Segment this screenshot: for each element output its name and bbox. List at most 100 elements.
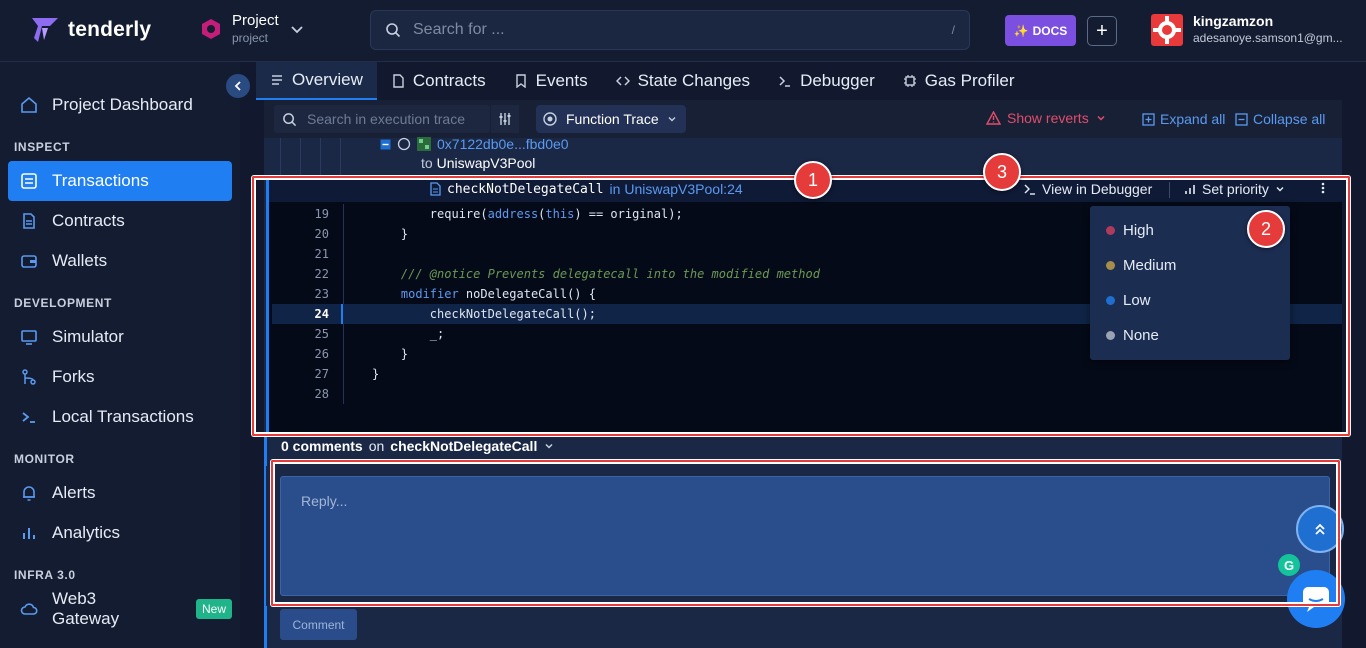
sidebar-item-label: Wallets bbox=[52, 251, 108, 270]
sidebar: Project Dashboard INSPECT Transactions C… bbox=[0, 62, 240, 648]
minus-square-icon[interactable] bbox=[380, 139, 391, 150]
sidebar-item-label: Local Transactions bbox=[52, 407, 194, 426]
execution-trace-search-input[interactable]: Search in execution trace bbox=[274, 105, 490, 133]
tab-contracts[interactable]: Contracts bbox=[377, 62, 500, 100]
section-infra: INFRA 3.0 bbox=[14, 568, 76, 582]
collapse-all-button[interactable]: Collapse all bbox=[1235, 111, 1325, 127]
sidebar-item-label: Analytics bbox=[52, 523, 121, 542]
terminal-icon bbox=[20, 408, 38, 426]
tab-overview[interactable]: Overview bbox=[256, 62, 377, 100]
sparkle-icon: ✨ bbox=[1013, 23, 1029, 38]
plus-square-icon bbox=[1142, 112, 1155, 126]
tenderly-logo-icon bbox=[30, 16, 60, 44]
comment-button[interactable]: Comment bbox=[280, 609, 357, 640]
project-name: Project bbox=[232, 12, 279, 29]
sidebar-item-transactions[interactable]: Transactions bbox=[8, 161, 232, 201]
bookmark-icon bbox=[514, 74, 528, 88]
annotation-box-code bbox=[252, 176, 1350, 436]
sliders-icon bbox=[499, 113, 511, 125]
bar-chart-icon bbox=[20, 524, 38, 542]
user-menu[interactable]: kingzamzon adesanoye.samson1@gm... bbox=[1151, 13, 1343, 46]
execution-trace-search-placeholder: Search in execution trace bbox=[307, 111, 465, 127]
chevron-down-icon bbox=[1095, 112, 1107, 124]
tx-tabs: Overview Contracts Events State Changes … bbox=[256, 62, 1366, 100]
sidebar-item-contracts[interactable]: Contracts bbox=[8, 201, 232, 241]
search-placeholder: Search for ... bbox=[413, 21, 505, 38]
tab-gas-profiler[interactable]: Gas Profiler bbox=[889, 62, 1029, 100]
trace-toolbar: Search in execution trace Function Trace… bbox=[264, 100, 1342, 138]
to-label: to bbox=[421, 155, 433, 171]
tab-state-changes[interactable]: State Changes bbox=[602, 62, 764, 100]
tab-label: Gas Profiler bbox=[924, 71, 1015, 90]
filter-button[interactable] bbox=[491, 105, 519, 133]
global-search-input[interactable]: Search for ... / bbox=[370, 10, 970, 50]
top-bar: tenderly Project project Search for ... … bbox=[0, 0, 1366, 62]
fork-icon bbox=[20, 368, 38, 386]
trace-address[interactable]: 0x7122db0e...fbd0e0 bbox=[437, 136, 569, 152]
sidebar-item-local-transactions[interactable]: Local Transactions bbox=[8, 397, 232, 437]
tab-label: Contracts bbox=[412, 71, 486, 90]
sidebar-item-web3-gateway[interactable]: Web3 Gateway New bbox=[8, 589, 232, 629]
chevron-left-icon bbox=[234, 81, 241, 91]
avatar bbox=[1151, 13, 1183, 46]
circle-icon bbox=[397, 137, 411, 151]
tab-label: Events bbox=[535, 71, 588, 90]
trace-call-row[interactable]: 0x7122db0e...fbd0e0 bbox=[380, 136, 569, 152]
terminal-icon bbox=[778, 74, 792, 88]
add-button[interactable]: + bbox=[1087, 16, 1117, 46]
trace-call-target: to UniswapV3Pool bbox=[421, 155, 535, 171]
comments-count: 0 comments bbox=[281, 438, 363, 454]
annotation-marker-3: 3 bbox=[983, 153, 1021, 191]
collapse-sidebar-button[interactable] bbox=[226, 74, 250, 98]
to-contract[interactable]: UniswapV3Pool bbox=[437, 155, 536, 171]
sidebar-item-forks[interactable]: Forks bbox=[8, 357, 232, 397]
tab-label: Debugger bbox=[800, 71, 875, 90]
section-monitor: MONITOR bbox=[14, 452, 75, 466]
sidebar-item-label: Contracts bbox=[52, 211, 125, 230]
annotation-box-reply bbox=[271, 460, 1340, 606]
project-hexagon-icon bbox=[200, 18, 222, 40]
sidebar-item-label: Forks bbox=[52, 367, 95, 386]
function-trace-dropdown[interactable]: Function Trace bbox=[536, 105, 686, 133]
home-icon bbox=[20, 96, 38, 114]
function-trace-label: Function Trace bbox=[566, 111, 659, 127]
search-icon bbox=[282, 112, 297, 127]
sidebar-item-label: Transactions bbox=[52, 171, 149, 190]
tab-events[interactable]: Events bbox=[500, 62, 602, 100]
identicon-icon bbox=[417, 137, 431, 151]
sidebar-item-label: Alerts bbox=[52, 483, 96, 502]
sidebar-item-label: Web3 Gateway bbox=[52, 589, 120, 628]
minus-square-icon bbox=[1235, 112, 1248, 126]
chevron-down-icon bbox=[667, 114, 677, 124]
user-email: adesanoye.samson1@gm... bbox=[1193, 31, 1343, 45]
expand-all-label: Expand all bbox=[1160, 111, 1226, 127]
cloud-icon bbox=[20, 600, 38, 618]
chevron-down-icon bbox=[543, 440, 555, 452]
sidebar-item-analytics[interactable]: Analytics bbox=[8, 513, 232, 553]
sidebar-item-dashboard[interactable]: Project Dashboard bbox=[8, 85, 232, 125]
sidebar-item-simulator[interactable]: Simulator bbox=[8, 317, 232, 357]
sidebar-item-wallets[interactable]: Wallets bbox=[8, 241, 232, 281]
target-icon bbox=[542, 111, 558, 127]
docs-label: DOCS bbox=[1032, 23, 1068, 38]
comments-on-label: on bbox=[368, 438, 385, 454]
brand-logo[interactable]: tenderly bbox=[30, 16, 151, 44]
user-name: kingzamzon bbox=[1193, 13, 1274, 29]
transactions-icon bbox=[20, 172, 38, 190]
project-selector[interactable]: Project project bbox=[200, 12, 305, 46]
tab-label: State Changes bbox=[637, 71, 751, 90]
code-icon bbox=[615, 74, 630, 88]
tab-debugger[interactable]: Debugger bbox=[764, 62, 889, 100]
annotation-marker-1: 1 bbox=[794, 161, 832, 199]
sidebar-item-alerts[interactable]: Alerts bbox=[8, 473, 232, 513]
show-reverts-toggle[interactable]: Show reverts bbox=[986, 110, 1107, 126]
expand-all-button[interactable]: Expand all bbox=[1142, 111, 1225, 127]
comments-header[interactable]: 0 comments on checkNotDelegateCall bbox=[281, 438, 555, 454]
tab-label: Overview bbox=[292, 70, 363, 89]
sidebar-item-label: Simulator bbox=[52, 327, 124, 346]
annotation-marker-2: 2 bbox=[1247, 210, 1285, 248]
search-shortcut: / bbox=[951, 23, 955, 37]
document-icon bbox=[20, 212, 38, 230]
sidebar-item-label: Project Dashboard bbox=[52, 95, 193, 114]
docs-button[interactable]: ✨ DOCS bbox=[1005, 15, 1076, 46]
